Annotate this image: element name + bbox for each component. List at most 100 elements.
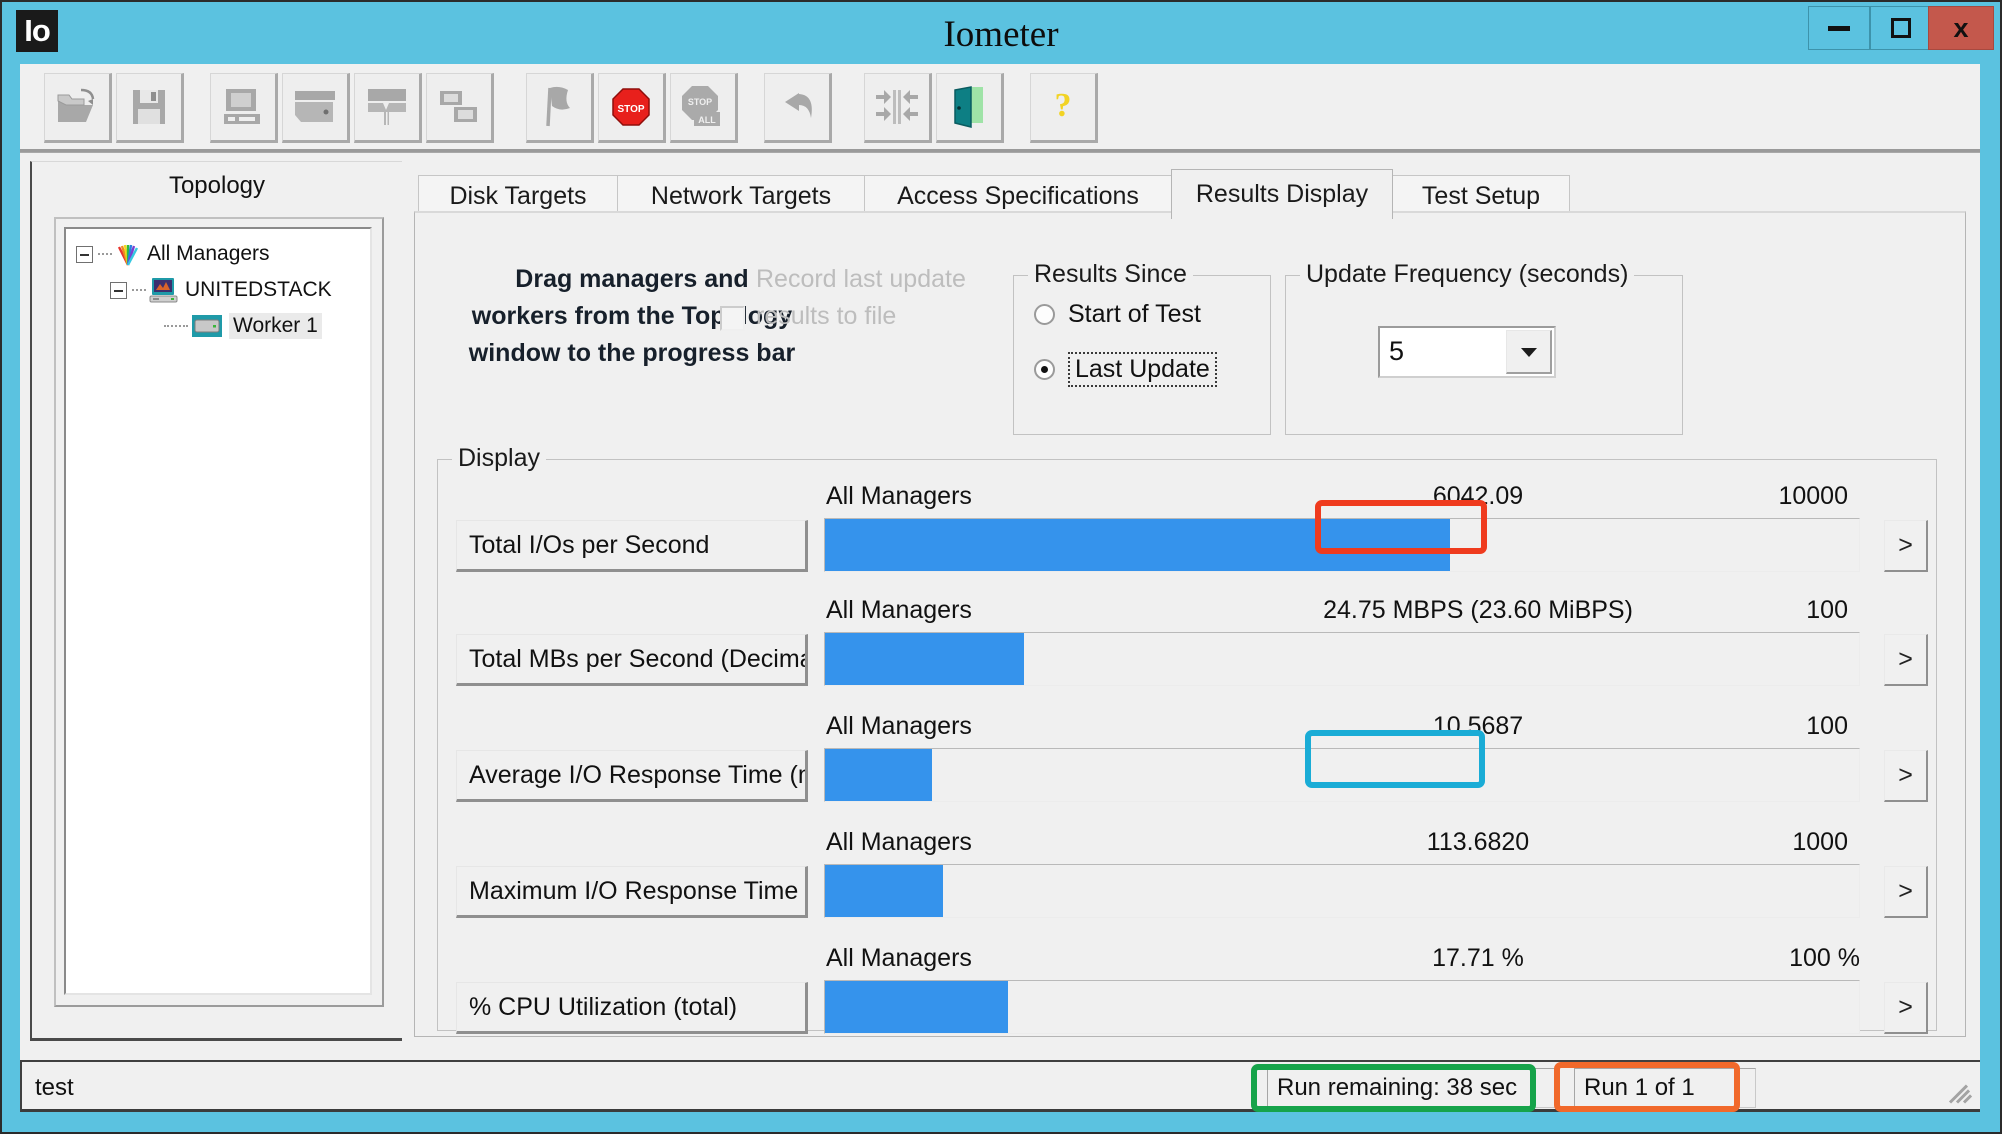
topology-panel: Topology [30, 161, 402, 1041]
result-manager-label: All Managers [826, 944, 972, 973]
result-value: 10.5687 [1368, 712, 1588, 741]
update-frequency-combobox[interactable]: 5 [1378, 326, 1556, 378]
open-button[interactable] [44, 73, 112, 143]
minimize-button[interactable] [1808, 6, 1870, 50]
worker-icon [191, 314, 223, 338]
record-results-group: Record last update results to file [720, 261, 970, 381]
result-label-button[interactable]: Total I/Os per Second [456, 520, 808, 572]
reset-workers-button[interactable] [764, 73, 832, 143]
title-bar: Io Iometer x [2, 2, 2000, 64]
display-legend: Display [452, 444, 546, 473]
result-progress-track[interactable] [824, 518, 1860, 572]
result-more-button[interactable]: > [1884, 982, 1928, 1034]
radio-last-update[interactable]: Last Update [1034, 352, 1217, 387]
status-message: test [26, 1068, 1248, 1108]
record-results-label: Record last update results to file [756, 261, 971, 335]
result-progress-track[interactable] [824, 864, 1860, 918]
radio-icon-selected [1034, 359, 1055, 380]
radio-label: Start of Test [1068, 300, 1201, 329]
svg-text:STOP: STOP [617, 104, 644, 115]
collapse-toggle-icon[interactable] [110, 282, 127, 299]
tree-node-worker-1[interactable]: Worker 1 [164, 311, 322, 341]
copy-worker-icon [437, 88, 481, 126]
radio-start-of-test[interactable]: Start of Test [1034, 300, 1201, 329]
result-more-button[interactable]: > [1884, 634, 1928, 686]
minimize-icon [1828, 26, 1850, 31]
toolbar: STOP STOP ALL [20, 64, 1980, 152]
result-label-button[interactable]: Average I/O Response Time (ms) [456, 750, 808, 802]
result-max-value: 100 [1806, 712, 1848, 741]
tree-node-unitedstack[interactable]: UNITEDSTACK [110, 275, 332, 305]
close-button[interactable]: x [1928, 6, 1994, 50]
result-value: 113.6820 [1368, 828, 1588, 857]
tab-label: Disk Targets [449, 182, 586, 211]
result-more-button[interactable]: > [1884, 520, 1928, 572]
iometer-window: Io Iometer x [0, 0, 2002, 1134]
result-manager-label: All Managers [826, 596, 972, 625]
radio-label: Last Update [1068, 352, 1217, 387]
client-area: Topology [20, 152, 1980, 1060]
result-label-button[interactable]: Maximum I/O Response Time (ms [456, 866, 808, 918]
record-results-checkbox[interactable] [720, 306, 745, 331]
boot-managers-button[interactable] [864, 73, 932, 143]
copy-worker-button[interactable] [426, 73, 494, 143]
maximize-button[interactable] [1870, 6, 1932, 50]
right-pane: Disk Targets Network Targets Access Spec… [414, 161, 1966, 1041]
result-progress-track[interactable] [824, 632, 1860, 686]
tree-connector [132, 289, 146, 291]
stop-icon: STOP [610, 86, 652, 128]
help-button[interactable]: ? [1030, 73, 1098, 143]
stop-all-icon: STOP ALL [680, 84, 726, 130]
svg-text:ALL: ALL [698, 115, 716, 125]
update-frequency-group: Update Frequency (seconds) 5 [1285, 275, 1683, 435]
display-group: Display Total I/Os per Second All Manage… [437, 459, 1937, 1031]
manager-icon [149, 277, 179, 304]
tab-label: Access Specifications [897, 182, 1139, 211]
result-progress-fill [825, 981, 1008, 1033]
result-progress-fill [825, 865, 943, 917]
result-more-button[interactable]: > [1884, 750, 1928, 802]
svg-text:?: ? [1055, 87, 1072, 124]
result-progress-fill [825, 633, 1024, 685]
topology-inner-frame: All Managers UNITEDSTAC [54, 217, 384, 1007]
start-tests-button[interactable] [526, 73, 594, 143]
tree-node-label: UNITEDSTACK [185, 278, 332, 302]
save-icon [131, 88, 167, 126]
help-icon: ? [1048, 86, 1078, 128]
result-manager-label: All Managers [826, 482, 972, 511]
result-progress-fill [825, 519, 1450, 571]
tab-label: Results Display [1196, 180, 1368, 209]
result-max-value: 1000 [1792, 828, 1848, 857]
stop-all-tests-button[interactable]: STOP ALL [670, 73, 738, 143]
results-since-group: Results Since Start of Test Last Update [1013, 275, 1271, 435]
result-progress-track[interactable] [824, 980, 1860, 1034]
update-frequency-dropdown-button[interactable] [1506, 330, 1552, 374]
topology-tree[interactable]: All Managers UNITEDSTAC [64, 227, 372, 995]
result-row-total-ios-per-second: Total I/Os per Second All Managers 6042.… [438, 478, 1936, 594]
result-more-button[interactable]: > [1884, 866, 1928, 918]
tab-results-display[interactable]: Results Display [1171, 169, 1393, 219]
disconnect-button[interactable] [210, 73, 278, 143]
result-manager-label: All Managers [826, 712, 972, 741]
tree-node-label: Worker 1 [229, 313, 322, 339]
duplicate-worker-button[interactable] [354, 73, 422, 143]
status-bar: test Run remaining: 38 sec Run 1 of 1 [20, 1060, 1980, 1112]
tab-strip: Disk Targets Network Targets Access Spec… [414, 169, 1966, 215]
tree-node-label: All Managers [147, 242, 270, 266]
start-worker-button[interactable] [282, 73, 350, 143]
result-progress-track[interactable] [824, 748, 1860, 802]
topology-title: Topology [32, 172, 402, 200]
result-row-cpu-utilization: % CPU Utilization (total) All Managers 1… [438, 940, 1936, 1056]
result-label-button[interactable]: % CPU Utilization (total) [456, 982, 808, 1034]
result-label-button[interactable]: Total MBs per Second (Decimal) [456, 634, 808, 686]
resize-grip-icon[interactable] [1948, 1079, 1974, 1105]
save-button[interactable] [116, 73, 184, 143]
stop-test-button[interactable]: STOP [598, 73, 666, 143]
tree-node-all-managers[interactable]: All Managers [76, 239, 270, 269]
exit-button[interactable] [936, 73, 1004, 143]
result-manager-label: All Managers [826, 828, 972, 857]
all-managers-icon [115, 242, 141, 266]
collapse-toggle-icon[interactable] [76, 246, 93, 263]
update-frequency-legend: Update Frequency (seconds) [1300, 260, 1634, 289]
result-row-maximum-io-response-time: Maximum I/O Response Time (ms All Manage… [438, 824, 1936, 940]
